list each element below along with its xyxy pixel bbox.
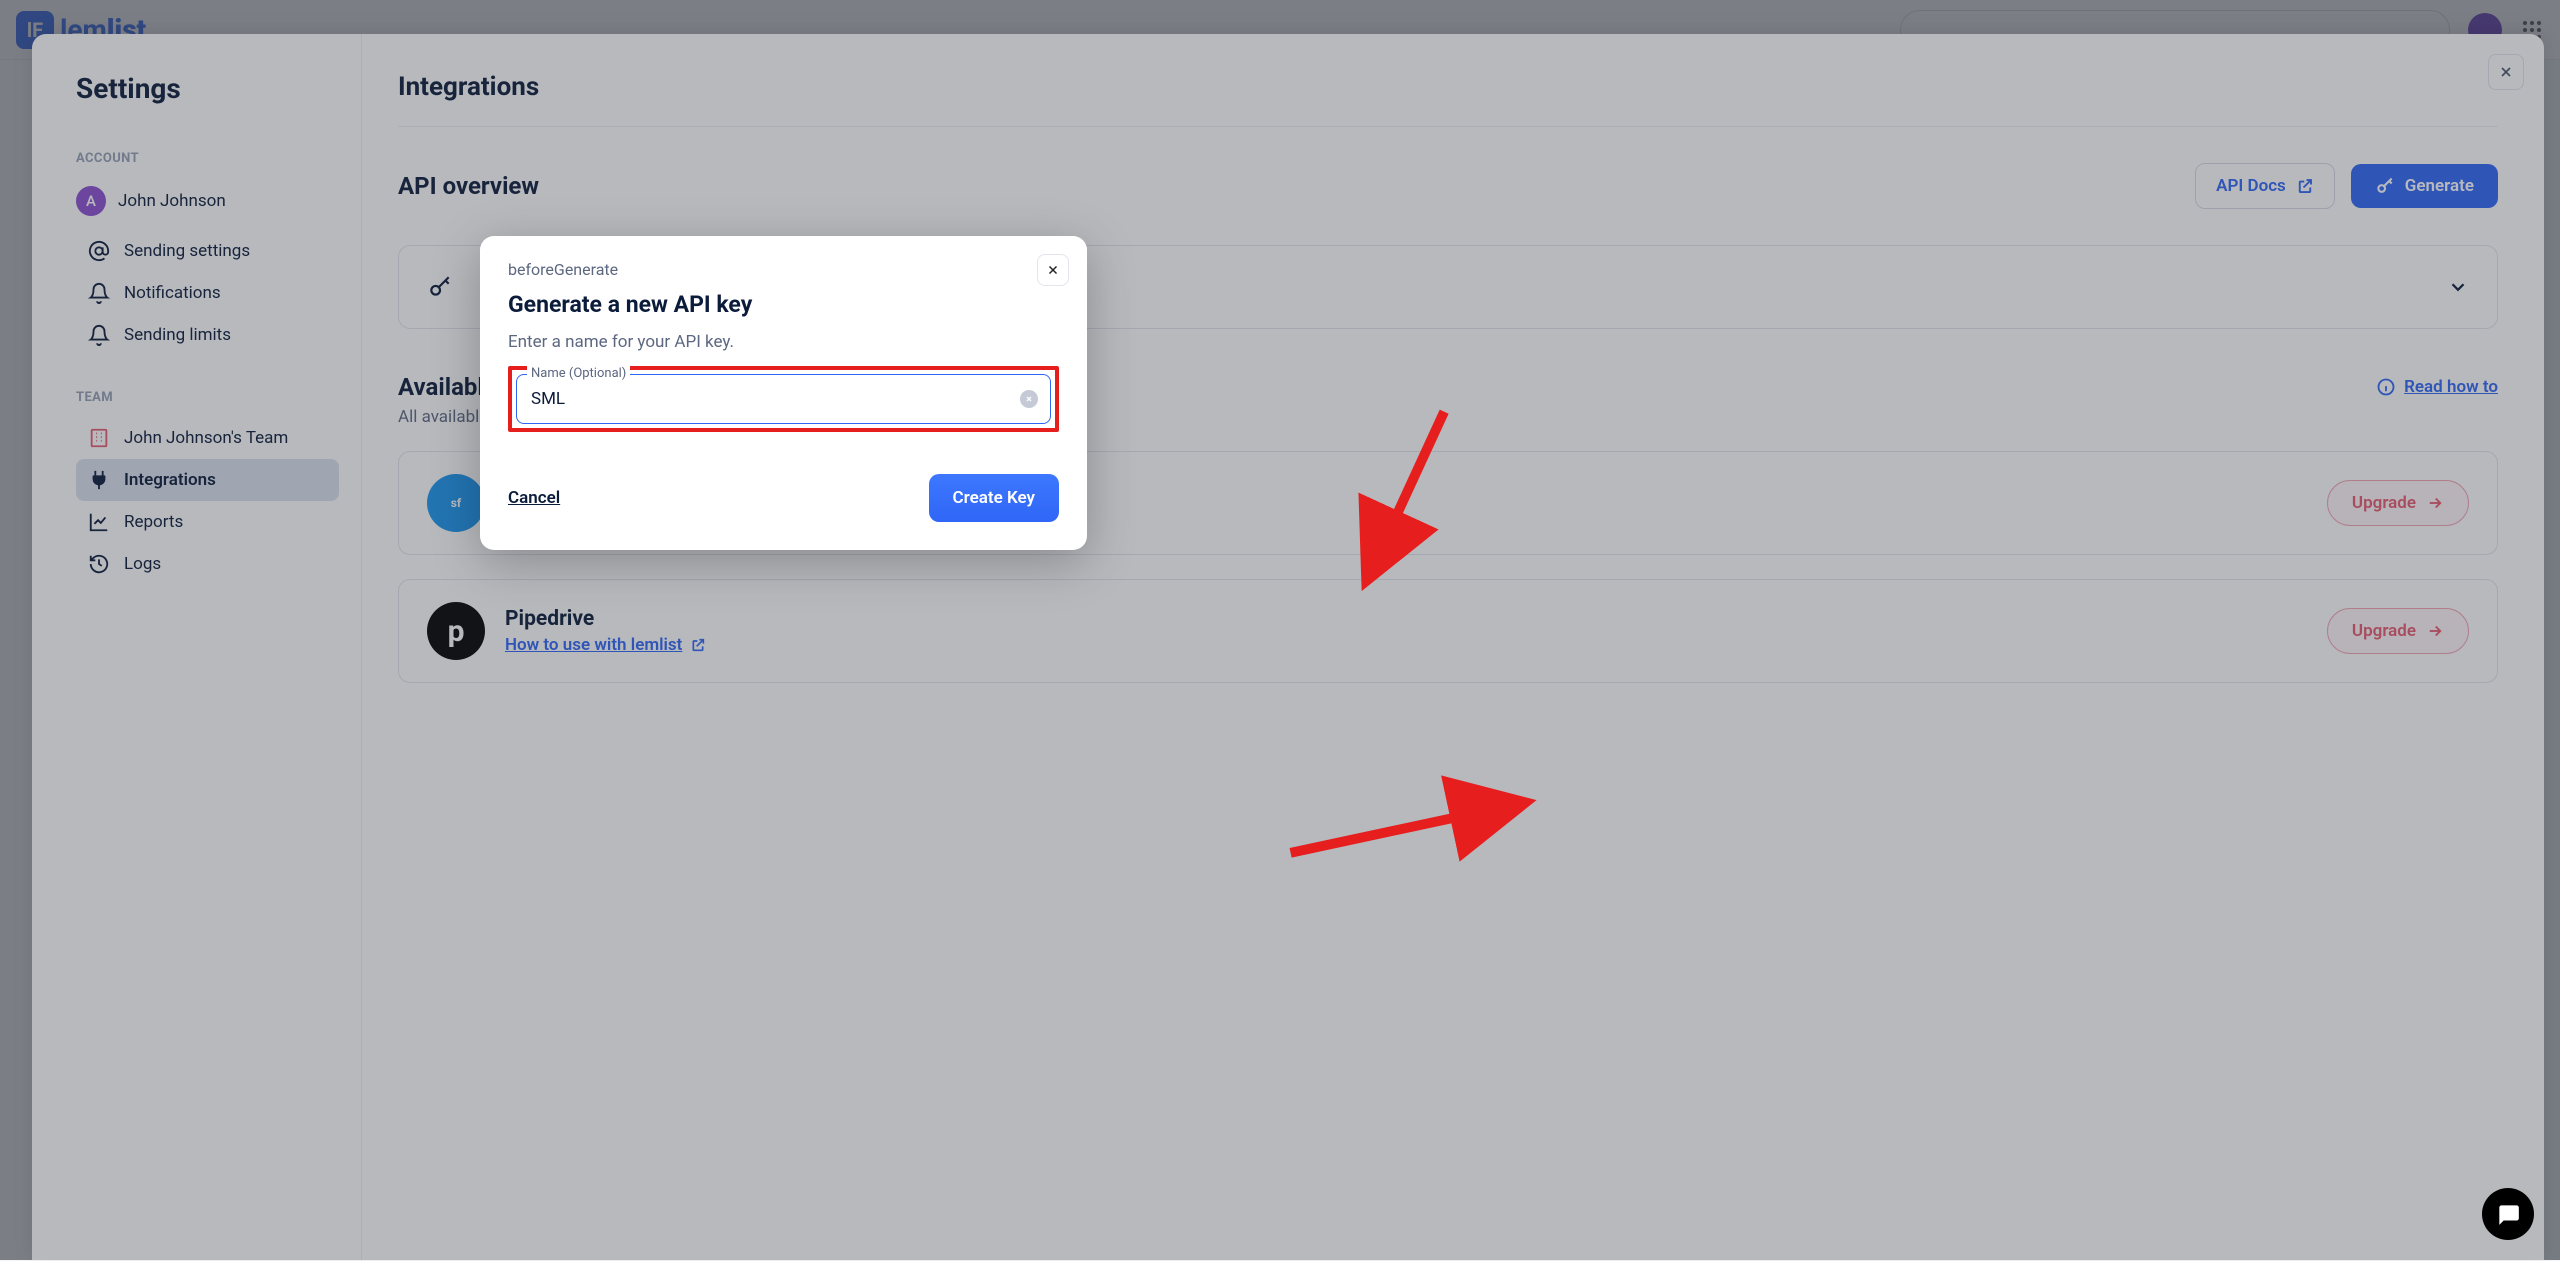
support-chat-button[interactable] [2482,1188,2534,1240]
modal-scrim[interactable] [0,0,2560,1260]
modal-pre-label: beforeGenerate [508,260,1059,279]
api-key-name-field: Name (Optional) [516,374,1051,424]
modal-close-button[interactable] [1037,254,1069,286]
field-label: Name (Optional) [527,366,630,381]
close-icon [1046,263,1060,277]
generate-api-key-modal: beforeGenerate Generate a new API key En… [480,236,1087,550]
api-key-name-input[interactable] [531,389,1008,409]
chat-icon [2495,1201,2521,1227]
modal-hint: Enter a name for your API key. [508,332,1059,352]
create-key-button[interactable]: Create Key [929,474,1059,522]
modal-title: Generate a new API key [508,291,1059,318]
close-icon [1025,395,1033,403]
field-highlight: Name (Optional) [508,366,1059,432]
cancel-button[interactable]: Cancel [508,488,560,508]
clear-input-button[interactable] [1020,390,1038,408]
modal-actions: Cancel Create Key [508,474,1059,522]
